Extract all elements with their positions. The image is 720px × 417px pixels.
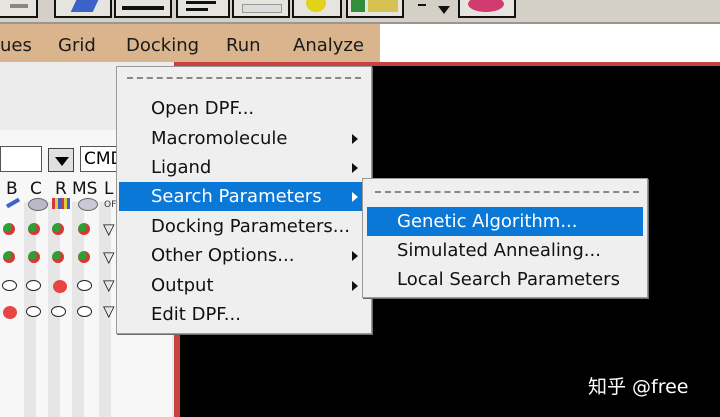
- label-toggle-icon[interactable]: ▽: [103, 278, 115, 293]
- menu-docking[interactable]: Docking: [126, 35, 199, 57]
- menu-item-label: Local Search Parameters: [397, 269, 620, 290]
- toggle-dot[interactable]: [51, 306, 66, 317]
- menu-item-label: Search Parameters: [151, 186, 322, 207]
- toolbar-button-8[interactable]: [458, 0, 516, 18]
- menu-item-genetic-algorithm[interactable]: Genetic Algorithm...: [367, 207, 643, 236]
- menu-item-other-options[interactable]: Other Options...: [119, 241, 369, 270]
- toggle-dot[interactable]: [77, 306, 92, 317]
- menu-item-open-dpf[interactable]: Open DPF...: [119, 94, 369, 123]
- chevron-right-icon: [352, 134, 358, 144]
- toolbar-icon-2: [70, 0, 100, 12]
- toggle-dot[interactable]: [28, 251, 40, 263]
- chevron-right-icon: [352, 251, 358, 261]
- text-lines-icon: [186, 1, 216, 4]
- label-toggle-icon[interactable]: ▽: [103, 304, 115, 319]
- toggle-dot[interactable]: [26, 280, 41, 291]
- label-toggle-icon[interactable]: ▽: [103, 250, 115, 265]
- tearoff-line[interactable]: [127, 77, 361, 79]
- toolbar-button-7[interactable]: [346, 0, 404, 18]
- search-parameters-submenu: Genetic Algorithm... Simulated Annealing…: [362, 178, 648, 298]
- menu-item-label: Macromolecule: [151, 128, 288, 149]
- toggle-dot[interactable]: [3, 251, 15, 263]
- menu-item-label: Simulated Annealing...: [397, 240, 601, 261]
- chevron-down-icon: [438, 6, 450, 14]
- chevron-right-icon: [352, 281, 358, 291]
- toggle-dot[interactable]: [2, 280, 17, 291]
- dotted-box-icon: [242, 4, 282, 13]
- chevron-right-icon: [352, 192, 358, 202]
- menu-item-edit-dpf[interactable]: Edit DPF...: [119, 300, 369, 329]
- menu-item-macromolecule[interactable]: Macromolecule: [119, 124, 369, 153]
- docking-dropdown-menu: Open DPF... Macromolecule Ligand Search …: [116, 66, 372, 334]
- menu-item-label: Edit DPF...: [151, 304, 241, 325]
- menu-analyze[interactable]: Analyze: [293, 35, 364, 57]
- menu-item-local-search-parameters[interactable]: Local Search Parameters: [367, 265, 643, 294]
- watermark: 知乎 @free: [588, 376, 689, 398]
- surface-icon: [78, 198, 98, 211]
- cmd-field[interactable]: CMD: [80, 146, 120, 172]
- ribbon-icon: [52, 198, 70, 209]
- menu-item-docking-parameters[interactable]: Docking Parameters...: [119, 212, 369, 241]
- toggle-dot[interactable]: [78, 223, 90, 235]
- toggle-dot[interactable]: [53, 280, 67, 293]
- toolbar-button-5[interactable]: [232, 0, 290, 18]
- menu-item-search-parameters[interactable]: Search Parameters: [119, 182, 369, 211]
- column-header-b[interactable]: B: [6, 179, 18, 199]
- menu-grid[interactable]: Grid: [58, 35, 96, 57]
- menu-item-output[interactable]: Output: [119, 271, 369, 300]
- column-header-ms[interactable]: MS: [72, 179, 97, 199]
- toolbar-button-2[interactable]: [54, 0, 112, 18]
- toolbar: [0, 0, 720, 24]
- chevron-right-icon: [352, 163, 358, 173]
- grid-color-icon: [351, 0, 365, 12]
- selection-combo[interactable]: [0, 146, 42, 172]
- menu-run[interactable]: Run: [226, 35, 261, 57]
- column-header-c[interactable]: C: [30, 179, 42, 199]
- label-icon: OF: [104, 200, 117, 210]
- menu-item-ligand[interactable]: Ligand: [119, 153, 369, 182]
- menu-item-label: Open DPF...: [151, 98, 255, 119]
- menu-item-simulated-annealing[interactable]: Simulated Annealing...: [367, 236, 643, 265]
- toggle-dot[interactable]: [77, 280, 92, 291]
- toggle-dot[interactable]: [52, 251, 64, 263]
- toolbar-button-4[interactable]: [176, 0, 230, 18]
- toolbar-button-1[interactable]: [0, 0, 38, 18]
- molecule-icon: [28, 198, 48, 211]
- toggle-dot[interactable]: [3, 223, 15, 235]
- menu-item-label: Ligand: [151, 157, 212, 178]
- line-icon: [122, 6, 164, 10]
- toolbar-button-3[interactable]: [114, 0, 172, 18]
- toolbar-button-6[interactable]: [292, 0, 342, 18]
- surface-icon: [468, 0, 504, 12]
- column-header-l[interactable]: L: [104, 179, 113, 199]
- sphere-icon: [306, 0, 326, 12]
- chevron-down-icon: [55, 157, 69, 166]
- menu-ues[interactable]: ues: [0, 35, 32, 57]
- label-toggle-icon[interactable]: ▽: [103, 222, 115, 237]
- menu-item-label: Other Options...: [151, 245, 295, 266]
- toggle-dot[interactable]: [52, 223, 64, 235]
- menu-item-label: Docking Parameters...: [151, 216, 350, 237]
- menu-item-label: Genetic Algorithm...: [397, 211, 578, 232]
- tearoff-line[interactable]: [375, 191, 639, 193]
- toggle-dot[interactable]: [26, 306, 41, 317]
- toggle-dot[interactable]: [78, 251, 90, 263]
- column-header-r[interactable]: R: [55, 179, 67, 199]
- toggle-dot[interactable]: [28, 223, 40, 235]
- toolbar-icon-1: [10, 4, 28, 8]
- toggle-dot[interactable]: [3, 306, 17, 319]
- toolbar-dropdown[interactable]: [414, 0, 454, 20]
- menu-item-label: Output: [151, 275, 214, 296]
